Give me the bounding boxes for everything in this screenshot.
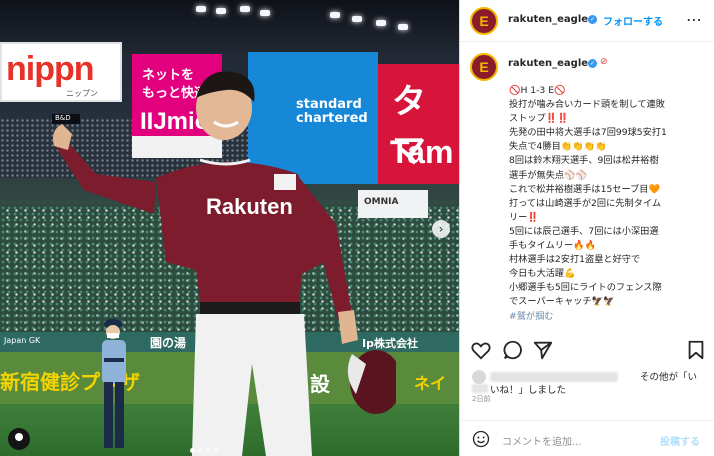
wall-text-nei: ネイ <box>414 374 447 393</box>
carousel-dot <box>214 448 219 453</box>
share-icon[interactable] <box>532 339 554 361</box>
post-actions <box>460 336 714 366</box>
stadium-light <box>398 24 408 30</box>
emoji-icon[interactable] <box>472 430 490 448</box>
header-username[interactable]: rakuten_eagles <box>508 14 594 25</box>
post-caption: rakuten_eagles ✓ ⊘ 🚫H 1-3 E🚫 投打が噛み合いカード頭… <box>460 42 714 328</box>
blurred-avatar <box>472 370 486 384</box>
no-entry-icon: ⊘ <box>600 57 608 67</box>
caption-text: 🚫H 1-3 E🚫 投打が噛み合いカード頭を制して連敗 ストップ‼️‼️ 先発の… <box>509 84 709 324</box>
eagles-logo-avatar[interactable] <box>470 7 498 35</box>
caption-line: リー‼️ <box>509 211 539 223</box>
tagged-user-icon[interactable] <box>8 428 30 450</box>
caption-line: 今日も大活躍💪 <box>509 268 576 280</box>
carousel-dot <box>198 448 203 453</box>
stadium-light <box>240 6 250 12</box>
stadium-light <box>260 10 270 16</box>
stadium-light <box>196 6 206 12</box>
post-photo[interactable]: nippn ニップン B&D ネットを もっと快適に IIJmio standa… <box>0 0 459 456</box>
hashtag-link[interactable]: #鷲が掴む <box>509 310 709 324</box>
comment-icon[interactable] <box>502 339 524 361</box>
heart-icon[interactable] <box>470 339 492 361</box>
caption-line: 打っては山崎選手が2回に先制タイム <box>509 197 662 209</box>
post-header: rakuten_eagles ✓ フォローする ⋯ <box>460 0 714 42</box>
post-comment-button[interactable]: 投稿する <box>660 433 700 448</box>
caption-line: 小郷選手も5回にライトのフェンス際 <box>509 282 662 294</box>
stadium-light <box>376 20 386 26</box>
comment-input[interactable]: コメントを追加... <box>502 433 582 448</box>
post-date[interactable]: 2日前 <box>472 394 490 404</box>
jersey-text: Rakuten <box>206 194 293 219</box>
caption-line: 🚫H 1-3 E🚫 <box>509 85 566 96</box>
likes-text-line2: いね！」しました <box>490 385 567 396</box>
caption-line: でスーパーキャッチ🦅🦅 <box>509 296 615 308</box>
comment-bar: コメントを追加... 投稿する <box>460 420 714 456</box>
stadium-light <box>330 12 340 18</box>
caption-line: 選手が無失点⚾⚾ <box>509 169 588 181</box>
caption-avatar[interactable] <box>470 53 498 81</box>
caption-line: これで松井裕樹選手は15セーブ目🧡 <box>509 183 660 195</box>
verified-badge-icon: ✓ <box>588 59 597 68</box>
more-options-icon[interactable]: ⋯ <box>686 10 703 29</box>
next-photo-button[interactable]: › <box>432 220 450 238</box>
ad-tama-bottom: Tam <box>390 134 454 170</box>
post-side-panel: rakuten_eagles ✓ フォローする ⋯ rakuten_eagles… <box>459 0 714 456</box>
caption-line: ストップ‼️‼️ <box>509 113 569 125</box>
wall-text-japangk: Japan GK <box>4 336 41 345</box>
carousel-dots <box>190 438 222 456</box>
caption-line: 手もタイムリー🔥🔥 <box>509 240 597 252</box>
caption-line: 5回には辰己選手、7回には小深田選 <box>509 225 659 237</box>
blurred-username <box>490 372 618 382</box>
follow-button[interactable]: フォローする <box>603 13 663 28</box>
player-figure: Rakuten <box>53 71 396 456</box>
caption-line: 投打が噛み合いカード頭を制して連敗 <box>509 99 665 111</box>
caption-username[interactable]: rakuten_eagles <box>508 58 594 69</box>
stadium-light <box>216 8 226 14</box>
carousel-dot <box>190 448 195 453</box>
caption-line: 先発の田中将大選手は7回99球5安打1 <box>509 127 667 139</box>
bookmark-icon[interactable] <box>685 339 707 361</box>
carousel-dot <box>206 448 211 453</box>
caption-line: 村林選手は2安打1盗塁と好守で <box>509 254 641 266</box>
caption-line: 失点で4勝目👏👏👏👏 <box>509 141 607 153</box>
likes-text-line1[interactable]: その他が「い <box>640 369 697 383</box>
verified-badge-icon: ✓ <box>588 15 597 24</box>
blurred-text <box>472 384 488 393</box>
caption-line: 8回は鈴木翔天選手、9回は松井裕樹 <box>509 155 659 167</box>
stadium-light <box>352 16 362 22</box>
